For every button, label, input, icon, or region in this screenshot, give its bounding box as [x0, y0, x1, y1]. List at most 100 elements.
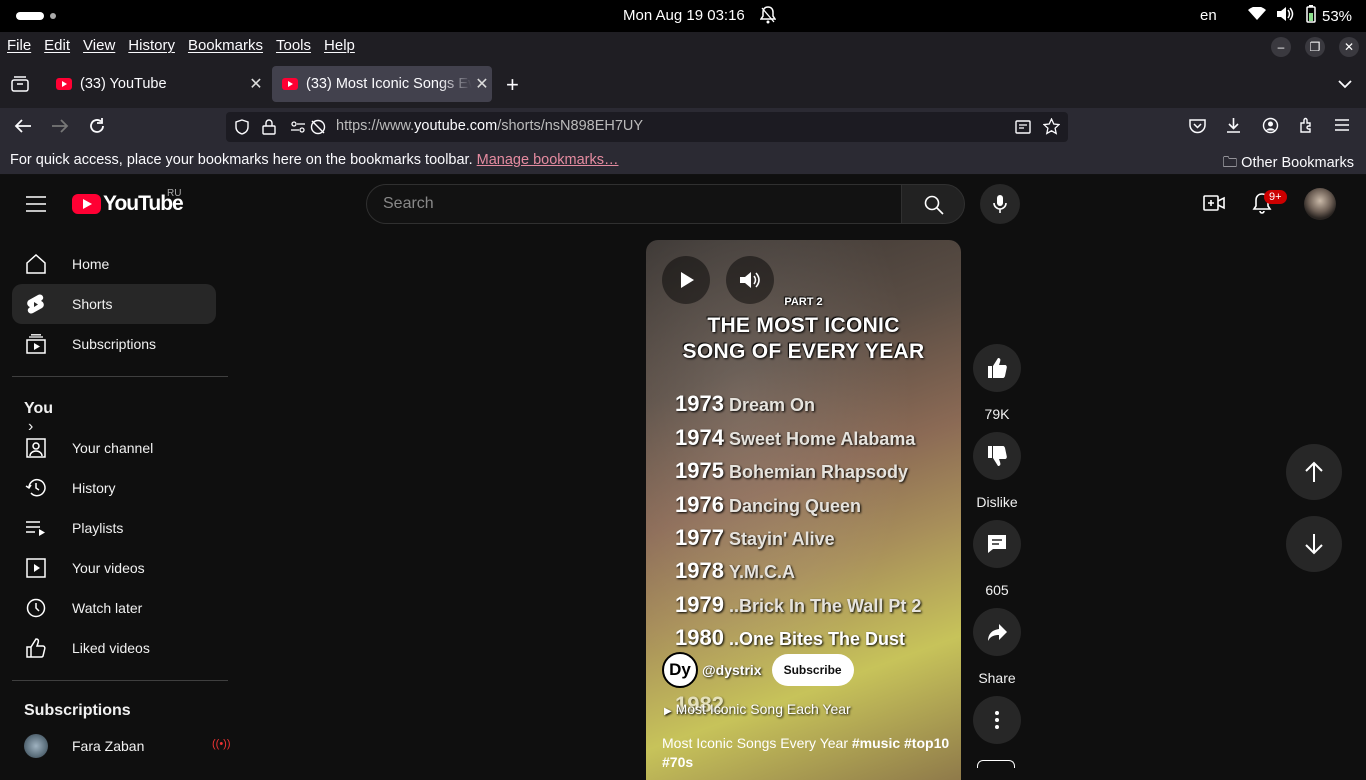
address-bar[interactable]: https://www.youtube.com/shorts/nsN898EH7… [226, 112, 1068, 142]
short-description[interactable]: Most Iconic Songs Every Year #music #top… [662, 734, 952, 772]
notification-bell-icon[interactable] [759, 6, 777, 28]
more-vertical-icon [995, 711, 999, 729]
history-icon [25, 479, 46, 497]
subscribe-button[interactable]: Subscribe [771, 654, 854, 686]
menu-view[interactable]: View [83, 37, 115, 54]
tab-groups-icon[interactable] [11, 76, 29, 97]
search-input[interactable]: Search [366, 184, 902, 224]
system-bar: Mon Aug 19 03:16 en 53% [0, 0, 1366, 32]
menu-help[interactable]: Help [324, 37, 355, 54]
list-all-tabs-icon[interactable] [1338, 76, 1352, 94]
sidebar-item-history[interactable]: History [12, 468, 216, 508]
other-bookmarks-button[interactable]: 🗀 Other Bookmarks [1223, 152, 1354, 177]
sidebar-item-shorts[interactable]: Shorts [12, 284, 216, 324]
sidebar-item-liked-videos[interactable]: Liked videos [12, 628, 216, 668]
reader-view-icon[interactable] [1015, 119, 1031, 139]
sidebar-subscriptions-header: Subscriptions [24, 702, 131, 719]
manage-bookmarks-link[interactable]: Manage bookmarks… [477, 152, 619, 168]
sidebar-item-your-videos[interactable]: Your videos [12, 548, 216, 588]
guide-menu-icon[interactable] [26, 196, 46, 217]
minimize-button[interactable]: – [1271, 37, 1291, 57]
battery-percent: 53% [1322, 7, 1353, 25]
maximize-button[interactable]: ❐ [1305, 37, 1325, 57]
playlist-link[interactable]: ▶ Most Iconic Song Each Year [664, 701, 851, 717]
thumbs-down-icon [988, 446, 1007, 466]
tab-shorts[interactable]: (33) Most Iconic Songs Ev ✕ [272, 66, 492, 102]
channel-info: Dy @dystrix Subscribe [662, 652, 854, 688]
subscription-item[interactable]: Fara Zaban ((•)) [24, 734, 231, 758]
previous-short-button[interactable] [1286, 444, 1342, 500]
search-button[interactable] [901, 184, 965, 224]
like-button[interactable] [973, 344, 1021, 392]
comments-action[interactable]: 605 [973, 520, 1021, 598]
forward-arrow-icon[interactable] [51, 118, 69, 139]
tab-youtube[interactable]: (33) YouTube ✕ [46, 66, 266, 102]
menu-bookmarks[interactable]: Bookmarks [188, 37, 263, 54]
menu-tools[interactable]: Tools [276, 37, 311, 54]
channel-avatar[interactable]: Dy [662, 652, 698, 688]
lock-icon[interactable] [262, 119, 276, 139]
more-actions[interactable] [973, 696, 1021, 744]
user-avatar[interactable] [1304, 188, 1336, 220]
menu-edit[interactable]: Edit [44, 37, 70, 54]
back-arrow-icon[interactable] [14, 118, 32, 139]
system-clock[interactable]: Mon Aug 19 03:16 [623, 7, 745, 24]
country-code: RU [167, 188, 182, 199]
close-tab-icon[interactable]: ✕ [246, 74, 266, 94]
tab-title: (33) Most Iconic Songs Ev [306, 76, 472, 92]
dislike-button[interactable] [973, 432, 1021, 480]
dislike-action[interactable]: Dislike [973, 432, 1021, 510]
pocket-icon[interactable] [1189, 118, 1206, 139]
short-video-player[interactable]: PART 2 THE MOST ICONIC SONG OF EVERY YEA… [646, 240, 961, 780]
account-icon[interactable] [1262, 117, 1279, 139]
autoplay-blocked-icon[interactable] [310, 119, 326, 139]
share-button[interactable] [973, 608, 1021, 656]
folder-icon: 🗀 [1222, 155, 1238, 171]
close-window-button[interactable]: ✕ [1339, 37, 1359, 57]
sidebar-item-your-channel[interactable]: Your channel [12, 428, 216, 468]
reload-icon[interactable] [88, 117, 106, 140]
overlay-year-row: 1979 ..Brick In The Wall Pt 2 [675, 592, 922, 617]
shorts-icon [27, 294, 44, 314]
sidebar-item-subscriptions[interactable]: Subscriptions [12, 324, 216, 364]
extensions-icon[interactable] [1298, 117, 1315, 139]
share-action[interactable]: Share [973, 608, 1021, 686]
sidebar-item-playlists[interactable]: Playlists [12, 508, 216, 548]
your-videos-icon [26, 558, 46, 578]
url-text[interactable]: https://www.youtube.com/shorts/nsN898EH7… [336, 118, 643, 134]
next-short-button[interactable] [1286, 516, 1342, 572]
close-tab-icon[interactable]: ✕ [472, 74, 492, 94]
navigation-bar: https://www.youtube.com/shorts/nsN898EH7… [0, 108, 1366, 146]
notification-count-badge: 9+ [1264, 190, 1287, 204]
menu-history[interactable]: History [128, 37, 175, 54]
activities-indicator[interactable] [16, 12, 44, 20]
permissions-icon[interactable] [290, 120, 306, 138]
comment-count: 605 [985, 582, 1009, 598]
bookmark-star-icon[interactable] [1042, 117, 1061, 139]
channel-handle[interactable]: @dystrix [702, 662, 762, 678]
voice-search-button[interactable] [980, 184, 1020, 224]
tracking-protection-shield-icon[interactable] [234, 119, 250, 139]
system-tray[interactable]: 53% [1248, 5, 1352, 27]
create-video-icon[interactable] [1203, 192, 1225, 219]
downloads-icon[interactable] [1225, 117, 1242, 139]
bookmarks-hint: For quick access, place your bookmarks h… [10, 152, 619, 168]
your-channel-icon [26, 438, 46, 458]
youtube-logo[interactable]: YouTube RU [72, 188, 184, 216]
more-button[interactable] [973, 696, 1021, 744]
volume-icon [740, 272, 760, 288]
hamburger-menu-icon[interactable] [1334, 118, 1350, 137]
overlay-year-row: 1976 Dancing Queen [675, 492, 861, 517]
like-action[interactable]: 79K [973, 344, 1021, 422]
menu-file[interactable]: File [7, 37, 31, 54]
new-tab-icon[interactable]: + [506, 72, 519, 98]
volume-icon [1276, 6, 1294, 26]
sidebar-item-watch-later[interactable]: Watch later [12, 588, 216, 628]
keyboard-language[interactable]: en [1200, 7, 1217, 24]
overlay-year-row: 1974 Sweet Home Alabama [675, 425, 916, 450]
comments-button[interactable] [973, 520, 1021, 568]
youtube-favicon-icon [282, 78, 298, 90]
sound-thumbnail[interactable] [977, 760, 1015, 768]
sidebar-item-home[interactable]: Home [12, 244, 216, 284]
wifi-icon [1248, 6, 1266, 25]
